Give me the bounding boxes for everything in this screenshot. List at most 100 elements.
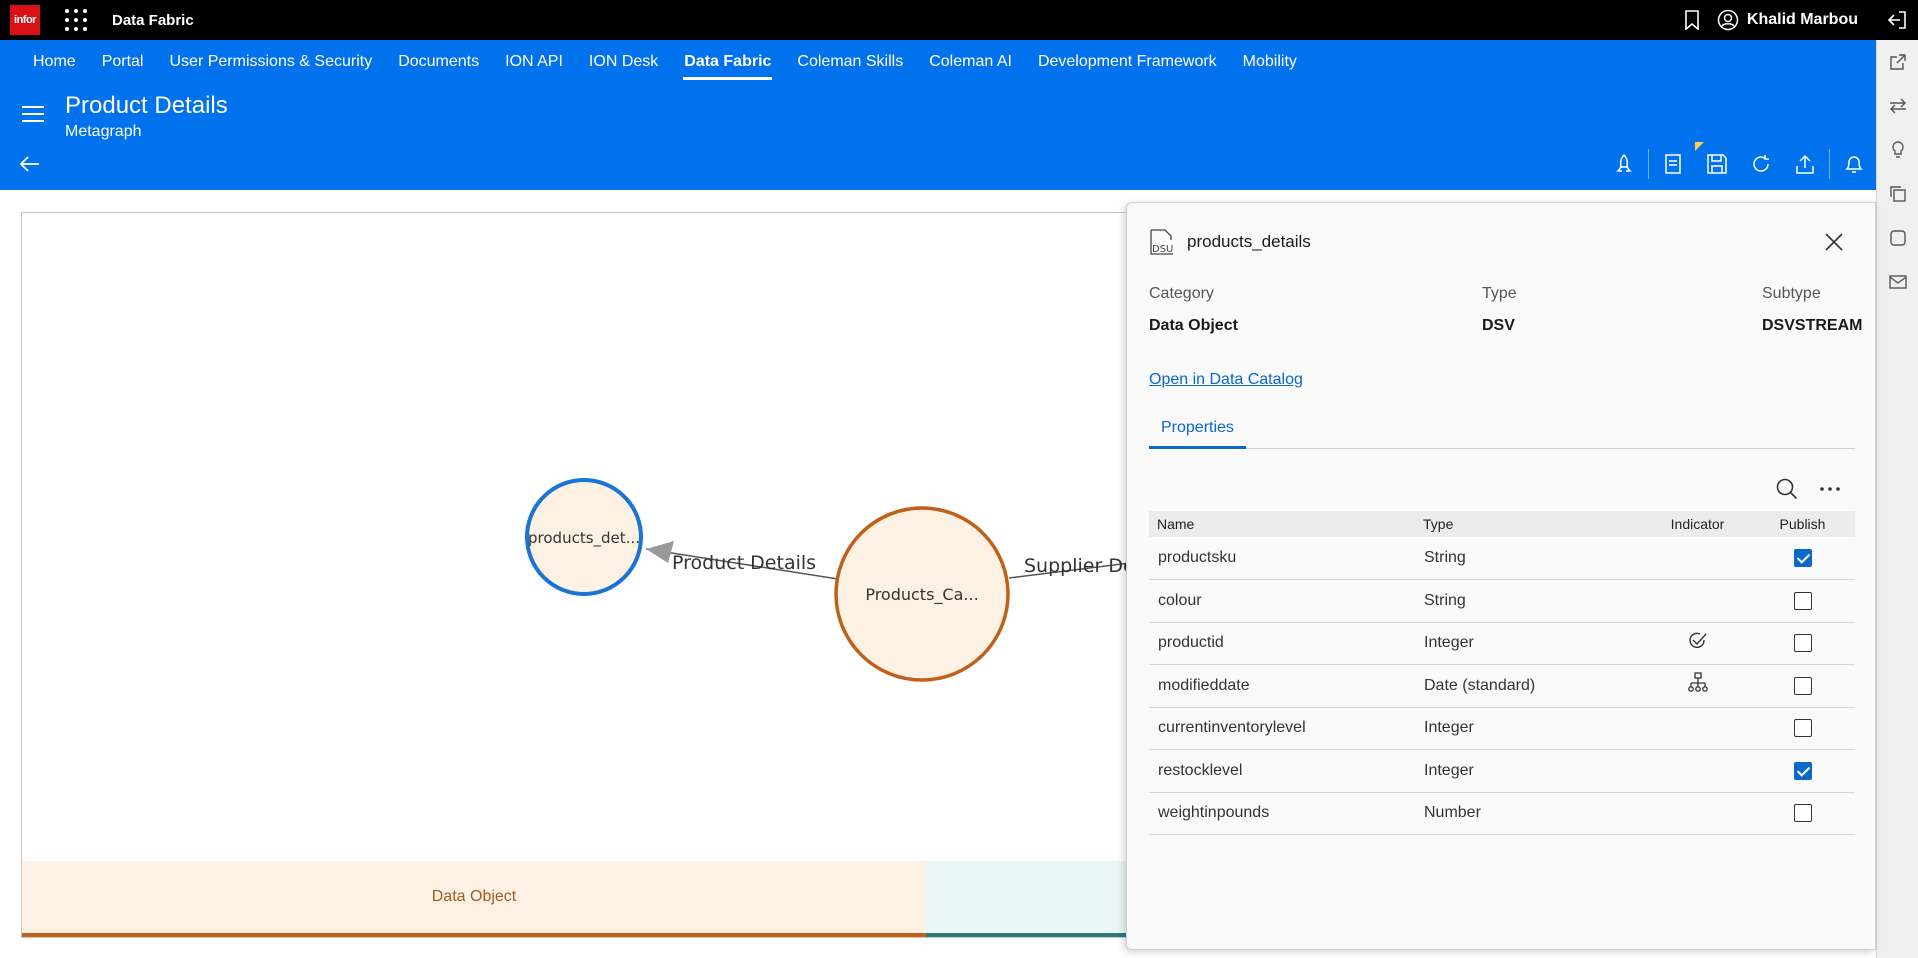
- table-header-row: Name Type Indicator Publish: [1149, 511, 1855, 537]
- user-name[interactable]: Khalid Marbou: [1747, 11, 1858, 29]
- nav-item-data-fabric[interactable]: Data Fabric: [671, 40, 784, 84]
- page-title: Product Details: [65, 92, 228, 119]
- lightbulb-icon[interactable]: [1877, 128, 1918, 172]
- meta-subtype: Subtype DSVSTREAM: [1762, 285, 1862, 335]
- table-row[interactable]: productid Integer: [1149, 622, 1855, 665]
- properties-table: Name Type Indicator Publish productsku S…: [1149, 511, 1855, 835]
- nav-item-documents[interactable]: Documents: [385, 40, 492, 84]
- cell-indicator: [1645, 792, 1750, 835]
- hierarchy-icon: [1687, 672, 1708, 693]
- metagraph-canvas[interactable]: Product Details Supplier De products_det…: [21, 212, 1161, 938]
- cell-publish: [1750, 749, 1855, 793]
- svg-text:DSU: DSU: [1152, 244, 1173, 255]
- cell-name: productid: [1149, 622, 1415, 665]
- cell-type: String: [1415, 537, 1645, 580]
- edge-label-supplier-details: Supplier De: [1024, 555, 1135, 577]
- publish-checkbox[interactable]: [1793, 804, 1812, 823]
- document-icon[interactable]: [1651, 146, 1695, 182]
- user-icon[interactable]: [1717, 9, 1739, 31]
- toolbar: [1602, 142, 1876, 182]
- rocket-icon[interactable]: [1602, 146, 1646, 182]
- publish-checkbox[interactable]: [1793, 676, 1812, 695]
- cell-type: Integer: [1415, 707, 1645, 750]
- nav-item-home[interactable]: Home: [20, 40, 89, 84]
- nav-item-coleman-ai[interactable]: Coleman AI: [916, 40, 1025, 84]
- col-header-indicator[interactable]: Indicator: [1645, 511, 1750, 537]
- type-label: Type: [1482, 285, 1517, 302]
- table-row[interactable]: weightinpounds Number: [1149, 792, 1855, 835]
- more-options-icon[interactable]: [1817, 477, 1843, 501]
- refresh-icon[interactable]: [1739, 146, 1783, 182]
- panel-title: products_details: [1187, 232, 1311, 251]
- external-link-icon[interactable]: [1877, 40, 1918, 84]
- publish-checkbox[interactable]: [1793, 591, 1812, 610]
- cell-publish: [1750, 707, 1855, 750]
- toolbar-divider: [1648, 149, 1649, 179]
- meta-category: Category Data Object: [1149, 285, 1238, 335]
- table-row[interactable]: colour String: [1149, 579, 1855, 623]
- publish-checkbox[interactable]: [1793, 548, 1812, 567]
- back-arrow-icon[interactable]: [18, 152, 42, 176]
- nav-item-ion-desk[interactable]: ION Desk: [576, 40, 671, 84]
- subtype-label: Subtype: [1762, 285, 1821, 302]
- cell-type: String: [1415, 579, 1645, 623]
- sign-out-icon[interactable]: [1886, 9, 1908, 31]
- nav-item-development-framework[interactable]: Development Framework: [1025, 40, 1230, 84]
- grid-icon[interactable]: [64, 8, 88, 32]
- category-label: Category: [1149, 285, 1214, 302]
- col-header-name[interactable]: Name: [1149, 511, 1415, 537]
- open-in-data-catalog-link[interactable]: Open in Data Catalog: [1149, 371, 1303, 389]
- bell-icon[interactable]: [1832, 146, 1876, 182]
- detail-panel: DSU products_details Category Data Objec…: [1126, 202, 1876, 950]
- nav-item-ion-api[interactable]: ION API: [492, 40, 576, 84]
- cell-type: Integer: [1415, 622, 1645, 665]
- copy-icon[interactable]: [1877, 172, 1918, 216]
- publish-checkbox[interactable]: [1793, 761, 1812, 780]
- cell-type: Integer: [1415, 749, 1645, 793]
- cell-indicator: [1645, 749, 1750, 793]
- square-icon[interactable]: [1877, 216, 1918, 260]
- right-rail: [1876, 40, 1918, 958]
- cell-name: modifieddate: [1149, 664, 1415, 708]
- cell-publish: [1750, 579, 1855, 623]
- upload-icon[interactable]: [1783, 146, 1827, 182]
- legend: Data Object: [22, 861, 1160, 937]
- col-header-publish[interactable]: Publish: [1750, 511, 1855, 537]
- cell-name: productsku: [1149, 537, 1415, 580]
- nav-item-portal[interactable]: Portal: [89, 40, 157, 84]
- page-subtitle: Metagraph: [65, 123, 142, 140]
- mail-icon[interactable]: [1877, 260, 1918, 304]
- dsu-file-icon: DSU: [1149, 229, 1177, 255]
- nav-item-coleman-skills[interactable]: Coleman Skills: [784, 40, 916, 84]
- cell-type: Number: [1415, 792, 1645, 835]
- page-header: Home Portal User Permissions & Security …: [0, 40, 1876, 190]
- swap-icon[interactable]: [1877, 84, 1918, 128]
- bookmark-icon[interactable]: [1681, 9, 1703, 31]
- legend-data-object[interactable]: Data Object: [22, 861, 926, 937]
- menu-icon[interactable]: [22, 106, 44, 122]
- cell-indicator: [1645, 622, 1750, 665]
- nav-item-user-permissions[interactable]: User Permissions & Security: [156, 40, 385, 84]
- cell-name: colour: [1149, 579, 1415, 623]
- infor-logo[interactable]: infor: [10, 5, 40, 35]
- publish-checkbox[interactable]: [1793, 719, 1812, 738]
- toolbar-divider: [1829, 149, 1830, 179]
- top-bar: infor Data Fabric Khalid Marbou: [0, 0, 1918, 40]
- col-header-type[interactable]: Type: [1415, 511, 1645, 537]
- cell-indicator: [1645, 664, 1750, 708]
- category-value: Data Object: [1149, 317, 1238, 334]
- top-nav: Home Portal User Permissions & Security …: [20, 40, 1310, 84]
- cell-name: restocklevel: [1149, 749, 1415, 793]
- table-row[interactable]: restocklevel Integer: [1149, 749, 1855, 793]
- type-value: DSV: [1482, 317, 1515, 334]
- table-row[interactable]: productsku String: [1149, 537, 1855, 580]
- close-icon[interactable]: [1823, 231, 1845, 253]
- table-row[interactable]: modifieddate Date (standard): [1149, 664, 1855, 708]
- save-icon[interactable]: [1695, 142, 1739, 182]
- table-row[interactable]: currentinventorylevel Integer: [1149, 707, 1855, 750]
- panel-tabs: Properties: [1149, 411, 1855, 449]
- search-icon[interactable]: [1775, 477, 1799, 501]
- publish-checkbox[interactable]: [1793, 634, 1812, 653]
- nav-item-mobility[interactable]: Mobility: [1230, 40, 1310, 84]
- tab-properties[interactable]: Properties: [1149, 411, 1246, 449]
